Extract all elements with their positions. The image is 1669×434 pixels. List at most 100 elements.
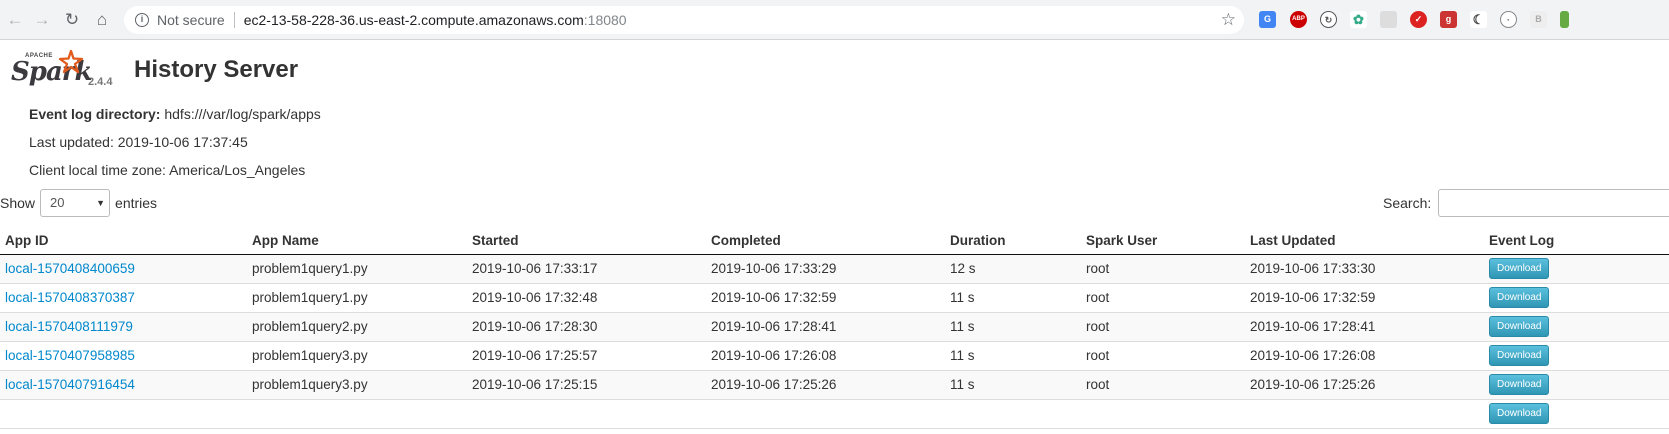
cell-completed: 2019-10-06 17:28:41 xyxy=(706,312,945,342)
forward-icon[interactable]: → xyxy=(27,5,57,35)
sync-extension-icon[interactable]: ↻ xyxy=(1320,11,1337,28)
history-table: App ID App Name Started Completed Durati… xyxy=(0,227,1669,429)
cell-started: 2019-10-06 17:28:30 xyxy=(467,312,706,342)
divider xyxy=(233,12,235,28)
cell-app-id xyxy=(0,399,247,429)
download-button[interactable]: Download xyxy=(1489,258,1550,279)
info-icon[interactable]: i xyxy=(135,13,149,27)
app-id-link[interactable]: local-1570407916454 xyxy=(5,377,135,392)
cell-completed: 2019-10-06 17:33:29 xyxy=(706,254,945,284)
download-button[interactable]: Download xyxy=(1489,374,1550,395)
table-row: local-1570407916454 problem1query3.py 20… xyxy=(0,370,1669,400)
column-header-event-log[interactable]: Event Log xyxy=(1484,227,1669,255)
translate-extension-icon[interactable]: G xyxy=(1259,11,1276,28)
cell-completed xyxy=(706,399,945,429)
cell-spark-user: root xyxy=(1081,283,1245,313)
bookmark-star-icon[interactable]: ☆ xyxy=(1221,10,1236,30)
download-button[interactable]: Download xyxy=(1489,403,1550,424)
client-timezone: Client local time zone: America/Los_Ange… xyxy=(29,162,306,178)
address-bar[interactable]: i Not secure ec2-13-58-228-36.us-east-2.… xyxy=(124,6,1244,34)
code-extension-icon[interactable]: · xyxy=(1500,11,1517,28)
cell-last-updated xyxy=(1245,399,1484,429)
download-button[interactable]: Download xyxy=(1489,287,1550,308)
table-row: local-1570408370387 problem1query1.py 20… xyxy=(0,283,1669,313)
spark-logo[interactable]: APACHE Spark xyxy=(10,50,93,90)
b-extension-icon[interactable]: B xyxy=(1530,11,1547,28)
column-header-completed[interactable]: Completed xyxy=(706,227,945,255)
browser-toolbar: ← → ↻ ⌂ i Not secure ec2-13-58-228-36.us… xyxy=(0,0,1669,40)
cell-completed: 2019-10-06 17:26:08 xyxy=(706,341,945,371)
brand: APACHE Spark 2.4.4 xyxy=(10,50,112,90)
entries-value: 20 xyxy=(50,195,65,210)
event-log-value: hdfs:///var/log/spark/apps xyxy=(164,106,321,122)
cell-app-name: problem1query1.py xyxy=(247,254,467,284)
cell-event-log: Download xyxy=(1484,254,1669,284)
table-header-row: App ID App Name Started Completed Durati… xyxy=(0,227,1669,255)
cell-app-name xyxy=(247,399,467,429)
cell-app-name: problem1query1.py xyxy=(247,283,467,313)
cell-duration: 12 s xyxy=(945,254,1081,284)
cell-app-name: problem1query3.py xyxy=(247,341,467,371)
table-controls: Show 20 ▼ entries Search: xyxy=(0,188,1669,218)
cell-app-name: problem1query2.py xyxy=(247,312,467,342)
cell-last-updated: 2019-10-06 17:25:26 xyxy=(1245,370,1484,400)
column-header-app-name[interactable]: App Name xyxy=(247,227,467,255)
cell-spark-user: root xyxy=(1081,370,1245,400)
grid-extension-icon[interactable] xyxy=(1380,11,1397,28)
cell-started: 2019-10-06 17:32:48 xyxy=(467,283,706,313)
home-icon[interactable]: ⌂ xyxy=(87,5,117,35)
version-label: 2.4.4 xyxy=(88,76,113,88)
cell-spark-user: root xyxy=(1081,341,1245,371)
url-port: :18080 xyxy=(583,12,627,28)
cell-app-id: local-1570407916454 xyxy=(0,370,247,400)
event-log-label: Event log directory: xyxy=(29,106,161,122)
cell-started: 2019-10-06 17:33:17 xyxy=(467,254,706,284)
cell-spark-user xyxy=(1081,399,1245,429)
column-header-started[interactable]: Started xyxy=(467,227,706,255)
cell-duration xyxy=(945,399,1081,429)
cell-duration: 11 s xyxy=(945,283,1081,313)
app-id-link[interactable]: local-1570408370387 xyxy=(5,290,135,305)
column-header-duration[interactable]: Duration xyxy=(945,227,1081,255)
extra-extension-icon[interactable] xyxy=(1560,11,1569,28)
download-button[interactable]: Download xyxy=(1489,345,1550,366)
column-header-last-updated[interactable]: Last Updated xyxy=(1245,227,1484,255)
app-id-link[interactable]: local-1570407958985 xyxy=(5,348,135,363)
search-input[interactable] xyxy=(1438,189,1669,217)
puzzle-extension-icon[interactable]: g xyxy=(1440,11,1457,28)
back-icon[interactable]: ← xyxy=(0,5,30,35)
page-length-control: Show 20 ▼ entries xyxy=(0,188,157,218)
cell-duration: 11 s xyxy=(945,341,1081,371)
cell-last-updated: 2019-10-06 17:33:30 xyxy=(1245,254,1484,284)
column-header-app-id[interactable]: App ID xyxy=(0,227,247,255)
spark-star-icon xyxy=(58,50,84,74)
entries-label: entries xyxy=(115,195,158,211)
cell-app-name: problem1query3.py xyxy=(247,370,467,400)
column-header-spark-user[interactable]: Spark User xyxy=(1081,227,1245,255)
cell-duration: 11 s xyxy=(945,312,1081,342)
table-row: local-1570407958985 problem1query3.py 20… xyxy=(0,341,1669,371)
chevron-down-icon: ▼ xyxy=(96,198,106,208)
reload-icon[interactable]: ↻ xyxy=(57,5,87,35)
app-id-link[interactable]: local-1570408400659 xyxy=(5,261,135,276)
table-row: Download xyxy=(0,399,1669,429)
download-button[interactable]: Download xyxy=(1489,316,1550,337)
moon-extension-icon[interactable]: ☾ xyxy=(1470,11,1487,28)
cell-app-id: local-1570408400659 xyxy=(0,254,247,284)
cell-app-id: local-1570408111979 xyxy=(0,312,247,342)
bird-extension-icon[interactable]: ✿ xyxy=(1350,11,1367,28)
security-label: Not secure xyxy=(157,12,225,28)
entries-select[interactable]: 20 ▼ xyxy=(40,189,111,217)
table-row: local-1570408111979 problem1query2.py 20… xyxy=(0,312,1669,342)
cell-started: 2019-10-06 17:25:57 xyxy=(467,341,706,371)
search-label: Search: xyxy=(1383,195,1432,211)
cell-event-log: Download xyxy=(1484,399,1669,429)
cell-app-id: local-1570408370387 xyxy=(0,283,247,313)
cell-event-log: Download xyxy=(1484,312,1669,342)
table-row: local-1570408400659 problem1query1.py 20… xyxy=(0,254,1669,284)
show-label: Show xyxy=(0,195,36,211)
adblock-extension-icon[interactable]: ABP xyxy=(1290,11,1307,28)
check-extension-icon[interactable]: ✓ xyxy=(1410,11,1427,28)
app-id-link[interactable]: local-1570408111979 xyxy=(5,319,133,334)
url-host: ec2-13-58-228-36.us-east-2.compute.amazo… xyxy=(243,12,584,28)
